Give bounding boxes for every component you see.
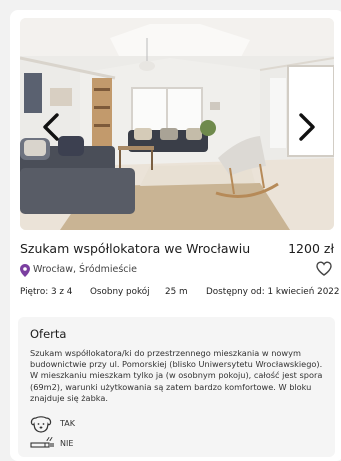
feature-smoking: NIE: [30, 435, 150, 453]
location-row: Wrocław, Śródmieście: [20, 261, 334, 279]
smoking-icon: [30, 436, 54, 448]
living-room-image: [20, 18, 334, 230]
offer-heading: Oferta: [30, 327, 67, 341]
listing-card: Szukam współlokatora we Wrocławiu 1200 z…: [10, 10, 341, 461]
fact-area: 25 m: [165, 287, 188, 297]
title-row: Szukam współlokatora we Wrocławiu 1200 z…: [20, 241, 334, 259]
chevron-left-icon: [43, 113, 59, 141]
feature-smoking-value: NIE: [60, 439, 74, 448]
dog-icon: [30, 416, 52, 433]
chevron-right-icon: [299, 113, 315, 141]
listing-title: Szukam współlokatora we Wrocławiu: [20, 241, 251, 256]
listing-location: Wrocław, Śródmieście: [33, 264, 137, 275]
fact-room-type: Osobny pokój: [90, 287, 150, 297]
prev-photo-button[interactable]: [38, 110, 64, 144]
offer-description: Szukam współlokatora/ki do przestrzenneg…: [30, 348, 323, 403]
next-photo-button[interactable]: [294, 110, 320, 144]
offer-section: Oferta Szukam współlokatora/ki do przest…: [18, 317, 335, 457]
heart-icon[interactable]: [316, 261, 332, 276]
feature-pets: TAK: [30, 415, 150, 433]
fact-available: Dostępny od: 1 kwiecień 2022: [206, 287, 340, 297]
facts-row: Piętro: 3 z 4 Osobny pokój 25 m Dostępny…: [20, 287, 340, 301]
listing-photo[interactable]: [20, 18, 334, 230]
listing-price: 1200 zł: [288, 241, 334, 256]
fact-floor: Piętro: 3 z 4: [20, 287, 73, 297]
location-pin-icon: [20, 264, 30, 277]
feature-pets-value: TAK: [60, 419, 75, 428]
